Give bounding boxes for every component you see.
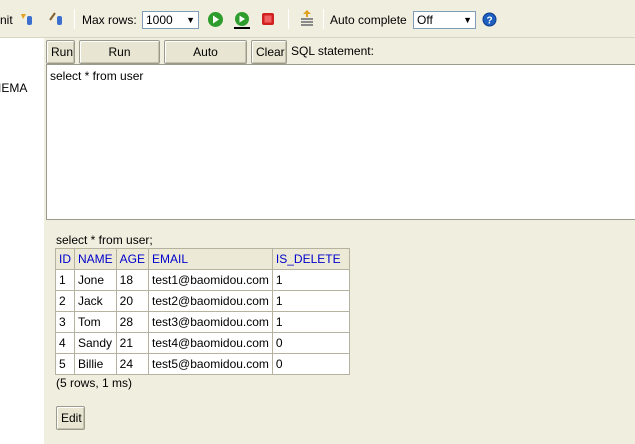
chevron-down-icon: ▼	[186, 15, 195, 25]
table-cell: 0	[271, 353, 350, 375]
table-cell: Jone	[74, 269, 117, 291]
run-selected-icon[interactable]	[233, 11, 251, 30]
column-header-age[interactable]: AGE	[115, 248, 150, 270]
table-row: 2 Jack 20 test2@baomidou.com 1	[55, 290, 350, 312]
table-cell: 20	[115, 290, 150, 312]
row-summary: (5 rows, 1 ms)	[56, 376, 133, 390]
table-row: 4 Sandy 21 test4@baomidou.com 0	[55, 332, 350, 354]
sql-editor[interactable]: select * from user	[46, 64, 635, 220]
column-header-is-delete[interactable]: IS_DELETE	[271, 248, 350, 270]
table-row: 3 Tom 28 test3@baomidou.com 1	[55, 311, 350, 333]
table-cell: 1	[271, 269, 350, 291]
table-row: 5 Billie 24 test5@baomidou.com 0	[55, 353, 350, 375]
sql-statement-label: SQL statement:	[291, 44, 374, 58]
auto-commit-label: nit	[0, 13, 13, 27]
table-cell: 1	[271, 311, 350, 333]
column-header-email[interactable]: EMAIL	[148, 248, 273, 270]
edit-button[interactable]: Edit	[56, 406, 85, 430]
column-header-id[interactable]: ID	[55, 248, 75, 270]
run-icon[interactable]	[207, 11, 224, 28]
result-table: ID NAME AGE EMAIL IS_DELETE 1 Jone 18 te…	[55, 248, 350, 375]
table-cell: 2	[55, 290, 75, 312]
history-icon[interactable]	[298, 9, 316, 29]
table-header-row: ID NAME AGE EMAIL IS_DELETE	[55, 248, 350, 270]
table-row: 1 Jone 18 test1@baomidou.com 1	[55, 269, 350, 291]
auto-complete-button[interactable]: Auto complete	[164, 40, 247, 81]
table-cell: Sandy	[74, 332, 117, 354]
max-rows-label: Max rows:	[82, 13, 137, 27]
table-cell: 5	[55, 353, 75, 375]
table-cell: test2@baomidou.com	[148, 290, 273, 312]
table-cell: 0	[271, 332, 350, 354]
max-rows-value: 1000	[146, 13, 173, 27]
run-button[interactable]: Run	[46, 40, 75, 64]
table-cell: test3@baomidou.com	[148, 311, 273, 333]
stop-icon[interactable]	[261, 12, 275, 26]
table-cell: 24	[115, 353, 150, 375]
table-cell: test4@baomidou.com	[148, 332, 273, 354]
auto-complete-select[interactable]: Off ▼	[413, 11, 476, 29]
tree-item-schema[interactable]: IEMA	[0, 81, 27, 95]
result-query-text: select * from user;	[56, 233, 153, 247]
clear-button[interactable]: Clear	[251, 40, 287, 64]
column-header-name[interactable]: NAME	[74, 248, 117, 270]
table-cell: 28	[115, 311, 150, 333]
table-cell: 18	[115, 269, 150, 291]
table-cell: Jack	[74, 290, 117, 312]
table-cell: Tom	[74, 311, 117, 333]
table-cell: 3	[55, 311, 75, 333]
table-cell: 4	[55, 332, 75, 354]
max-rows-select[interactable]: 1000 ▼	[142, 11, 199, 29]
table-cell: test1@baomidou.com	[148, 269, 273, 291]
svg-text:?: ?	[486, 16, 492, 27]
chevron-down-icon: ▼	[463, 15, 472, 25]
auto-commit-off-icon[interactable]	[48, 10, 66, 28]
run-selected-button[interactable]: Run Selected	[79, 40, 160, 81]
help-icon[interactable]: ?	[482, 12, 497, 27]
auto-complete-value: Off	[417, 13, 433, 27]
auto-commit-on-icon[interactable]	[18, 10, 36, 28]
table-cell: 1	[55, 269, 75, 291]
table-cell: 21	[115, 332, 150, 354]
toolbar: nit Max rows: 1000 ▼ Auto complete Off ▼…	[0, 0, 635, 38]
table-cell: 1	[271, 290, 350, 312]
schema-tree-panel: IEMA	[0, 38, 44, 444]
table-cell: Billie	[74, 353, 117, 375]
table-cell: test5@baomidou.com	[148, 353, 273, 375]
auto-complete-label: Auto complete	[330, 13, 407, 27]
